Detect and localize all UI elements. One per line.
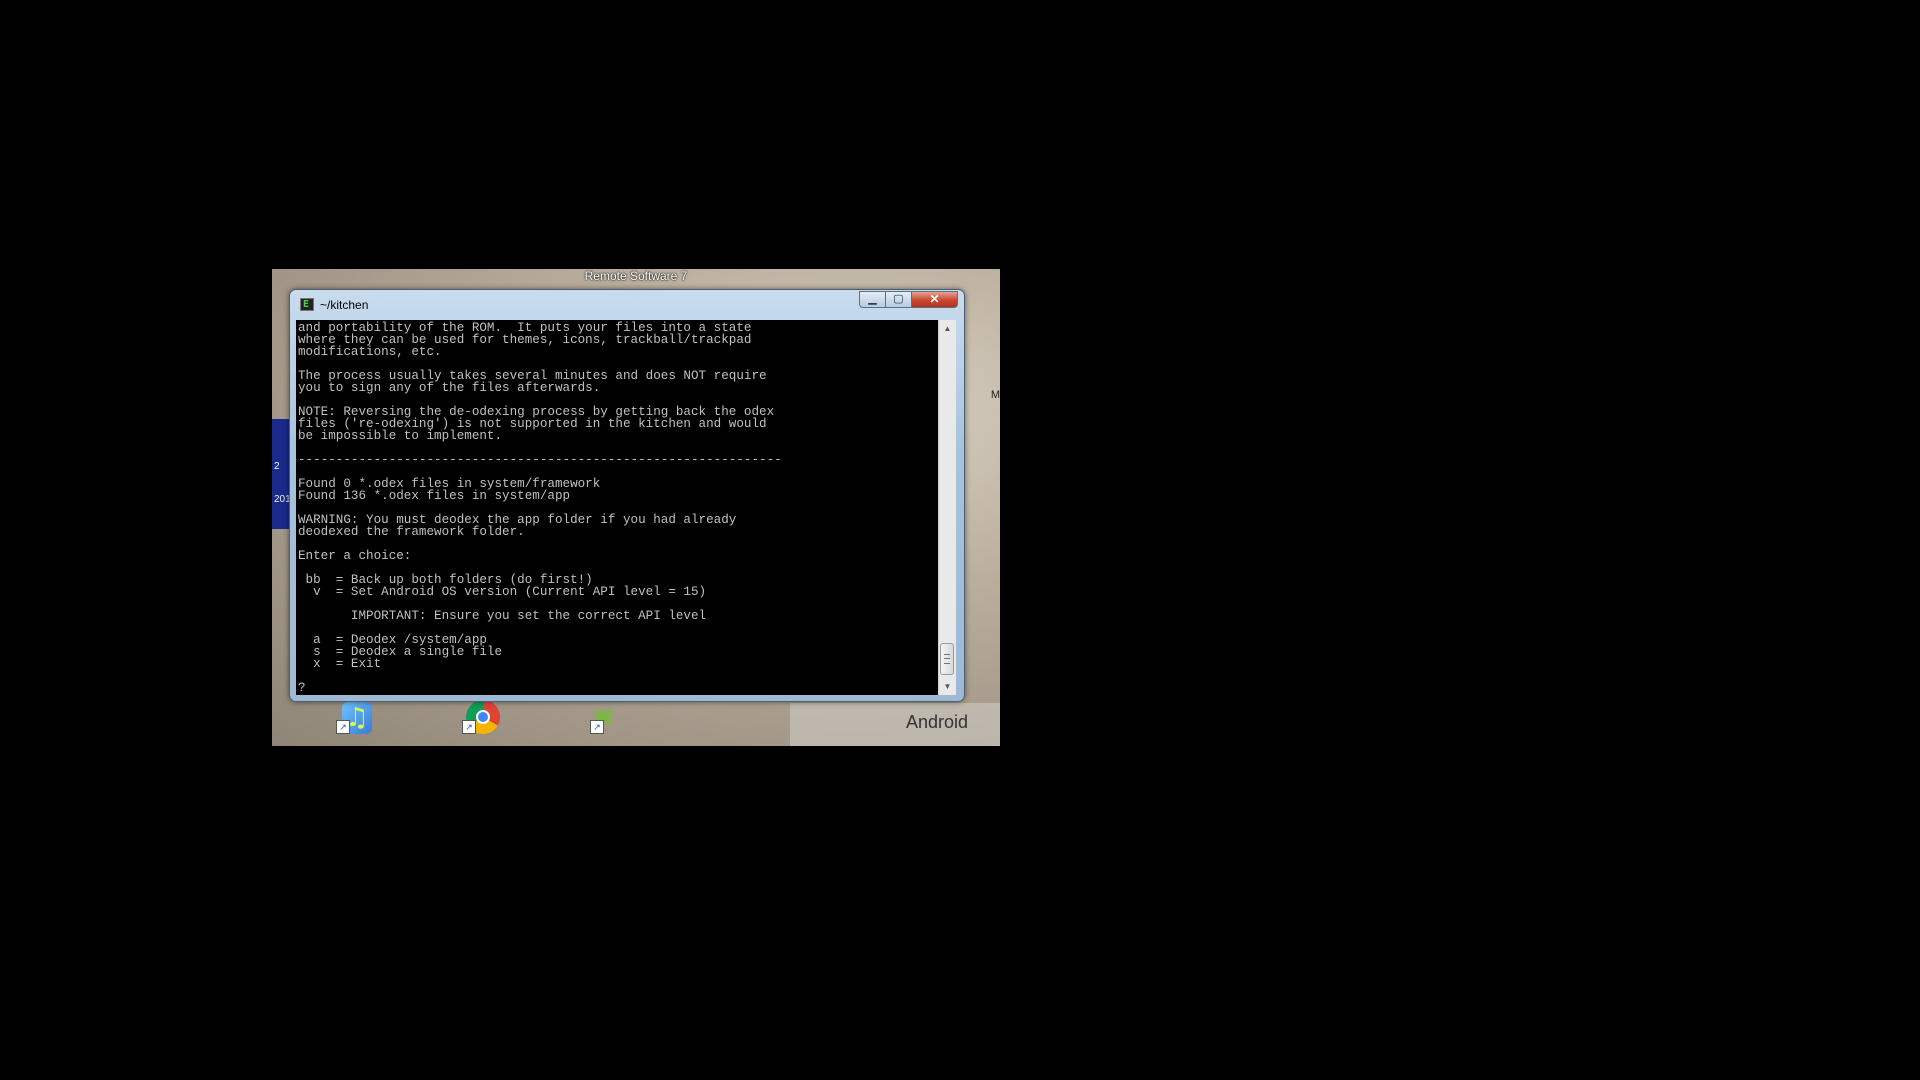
console-line: be impossible to implement.: [298, 429, 503, 443]
console-icon-glyph: E: [303, 299, 310, 310]
console-line: ----------------------------------------…: [298, 453, 782, 467]
console-text: and portability of the ROM. It puts your…: [296, 320, 938, 695]
console-line: modifications, etc.: [298, 345, 442, 359]
console-window: E ~/kitchen ▁ ▢ ✕ and portability of the…: [289, 289, 965, 702]
chrome-desktop-icon[interactable]: ↗: [462, 700, 508, 740]
android-label: Android: [790, 703, 1000, 746]
console-line: v = Set Android OS version (Current API …: [298, 585, 707, 599]
android-tool-desktop-icon[interactable]: ▣ ↗: [590, 700, 636, 740]
grip-icon: [944, 654, 950, 664]
console-icon[interactable]: E: [300, 298, 314, 311]
console-line: IMPORTANT: Ensure you set the correct AP…: [298, 609, 707, 623]
window-titlebar[interactable]: E ~/kitchen ▁ ▢ ✕: [290, 290, 964, 320]
shortcut-arrow-icon: ↗: [590, 720, 604, 734]
desktop-right-glyph: M: [990, 389, 1000, 401]
maximize-button[interactable]: ▢: [886, 291, 912, 308]
shortcut-arrow-icon: ↗: [462, 720, 476, 734]
console-line: Enter a choice:: [298, 549, 412, 563]
vertical-scrollbar[interactable]: ▲ ▼: [938, 320, 956, 695]
desktop-left-glyph: 2: [274, 461, 280, 472]
console-line: x = Exit: [298, 657, 382, 671]
console-line: ?: [298, 681, 306, 695]
scrollbar-thumb[interactable]: [940, 643, 954, 675]
window-title: ~/kitchen: [320, 298, 369, 312]
close-button[interactable]: ✕: [912, 291, 958, 308]
console-line: Found 136 *.odex files in system/app: [298, 489, 571, 503]
console-line: deodexed the framework folder.: [298, 525, 525, 539]
itunes-desktop-icon[interactable]: ♫ ↗: [336, 700, 382, 740]
scroll-down-arrow-icon[interactable]: ▼: [939, 678, 956, 695]
scroll-up-arrow-icon[interactable]: ▲: [939, 320, 956, 337]
console-output[interactable]: and portability of the ROM. It puts your…: [296, 320, 938, 695]
window-controls: ▁ ▢ ✕: [859, 291, 958, 309]
remote-session-title: Remote Software 7: [584, 269, 688, 283]
minimize-button[interactable]: ▁: [859, 291, 886, 308]
shortcut-arrow-icon: ↗: [336, 720, 350, 734]
console-line: you to sign any of the files afterwards.: [298, 381, 601, 395]
